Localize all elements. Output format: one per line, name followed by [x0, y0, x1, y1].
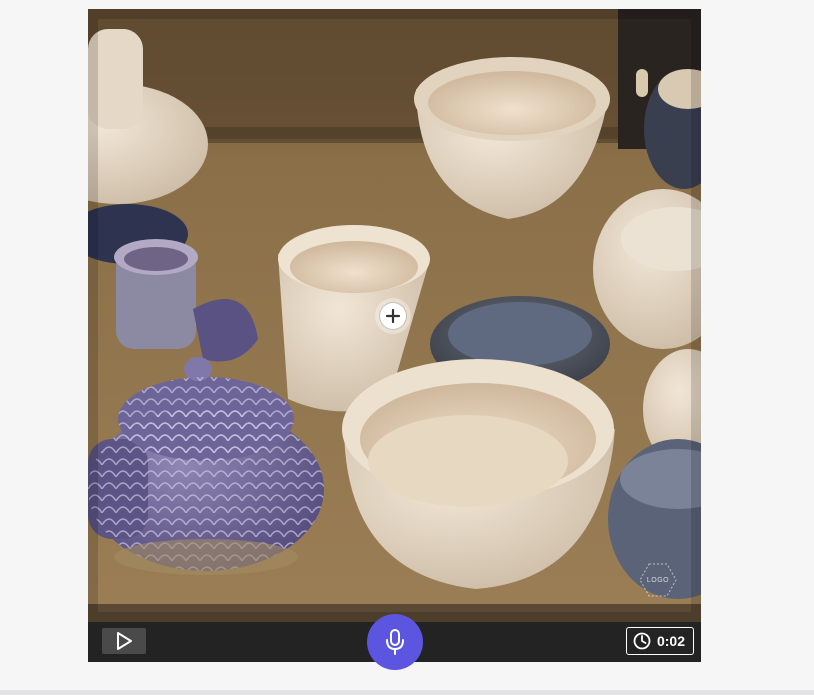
recording-timer: 0:02: [625, 627, 694, 655]
microphone-icon: [386, 629, 404, 655]
play-icon: [117, 632, 132, 650]
play-button[interactable]: [102, 628, 146, 654]
pottery-photo: LOGO: [88, 9, 701, 622]
video-player: LOGO 0:02: [88, 9, 701, 670]
page-bottom-border: [0, 690, 814, 695]
logo-watermark: LOGO: [639, 563, 677, 597]
logo-text: LOGO: [646, 576, 670, 584]
control-bar: 0:02: [88, 614, 701, 670]
microphone-button[interactable]: [367, 614, 423, 670]
timer-value: 0:02: [656, 633, 685, 649]
clock-icon: [633, 632, 651, 650]
add-hotspot-button[interactable]: [375, 298, 411, 334]
plus-icon: [380, 303, 406, 329]
